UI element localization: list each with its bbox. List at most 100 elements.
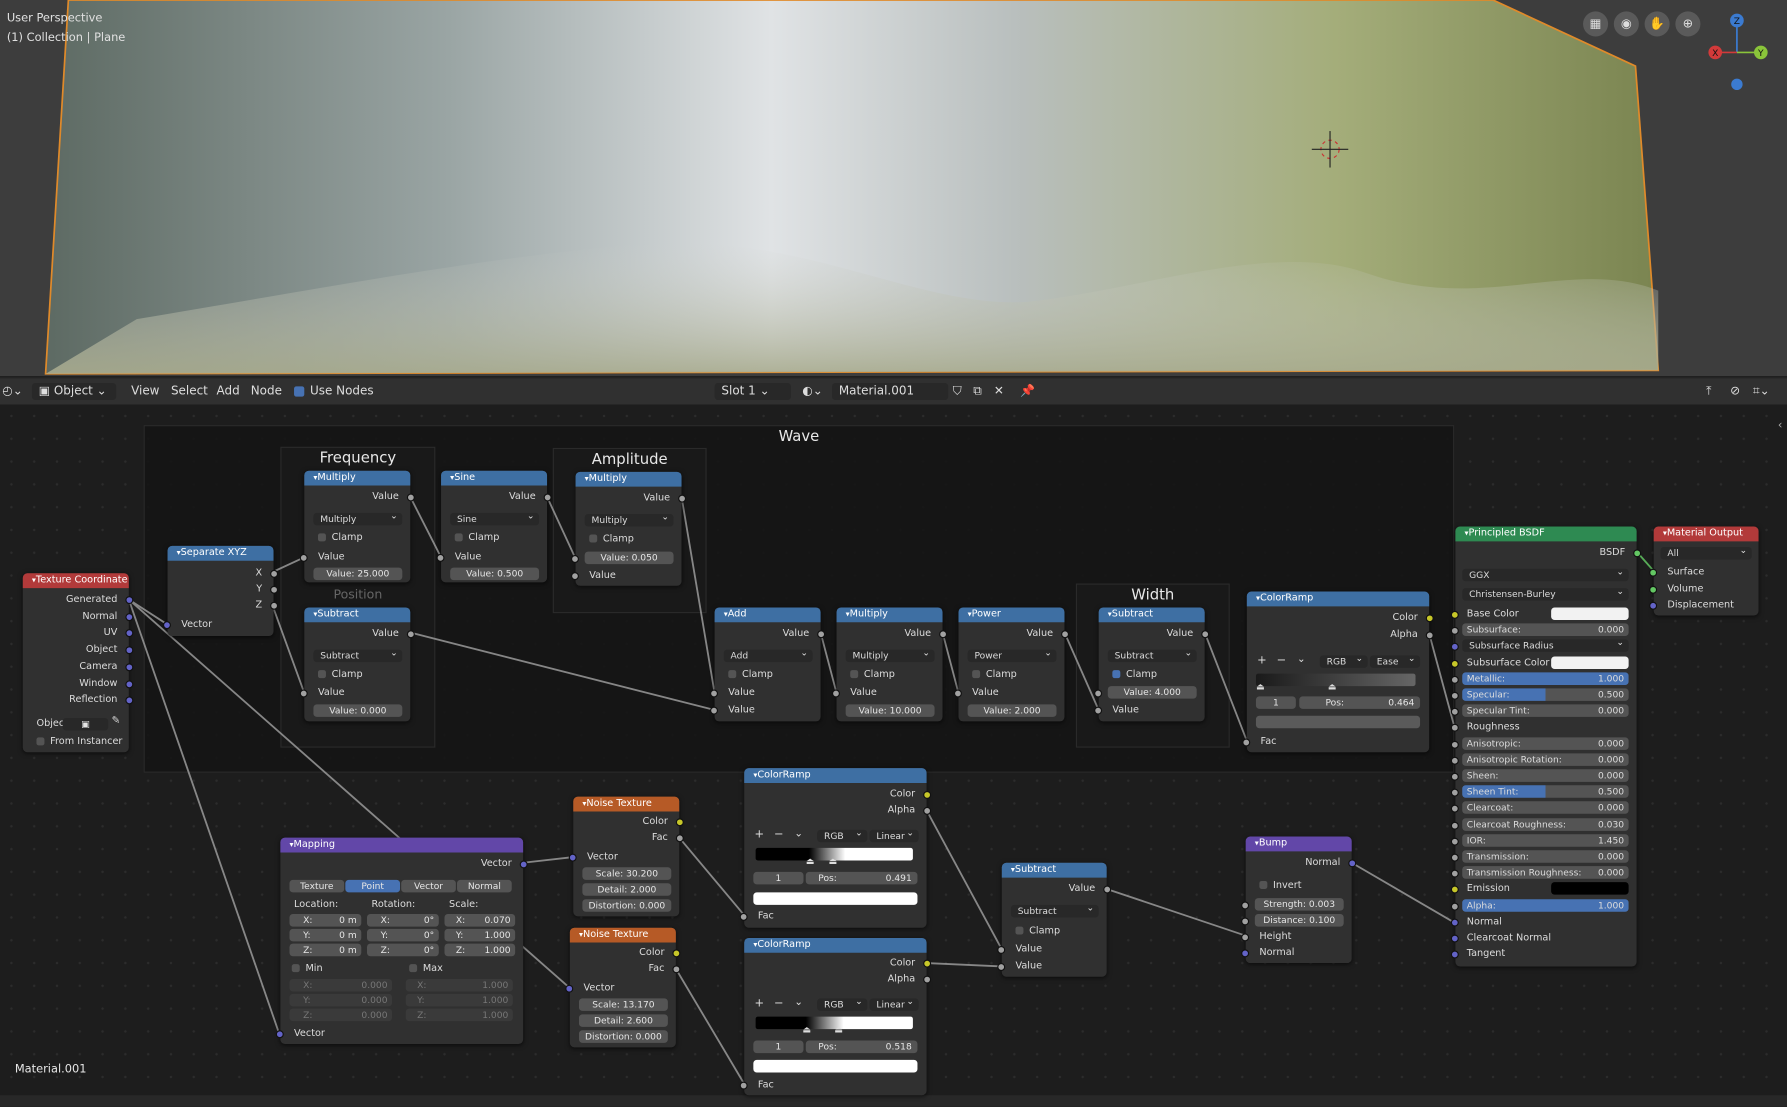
node-header[interactable]: Multiply [304, 470, 411, 486]
bsdf-input-socket[interactable] [1450, 659, 1459, 668]
bsdf-input-row[interactable]: Metallic: 1.000 [1450, 672, 1636, 686]
hand-icon[interactable]: ✋ [1644, 11, 1670, 37]
object-picker-field[interactable]: ▣ [62, 718, 109, 731]
scale-z-field[interactable]: Z: 1.000 [444, 943, 516, 957]
socket-color[interactable] [923, 790, 932, 799]
tab-point[interactable]: Point [345, 879, 401, 893]
node-math-subtract-width[interactable]: Subtract Value Subtract Clamp Value: 4.0… [1094, 607, 1210, 722]
add-stop-button[interactable]: + [1257, 654, 1267, 667]
max-z-field[interactable]: Z: 1.000 [405, 1008, 513, 1022]
bsdf-input-row[interactable]: Transmission Roughness: 0.000 [1450, 866, 1636, 880]
socket-fac[interactable] [739, 1081, 748, 1090]
scale-field[interactable]: Scale: 13.170 [578, 998, 668, 1011]
bsdf-slider[interactable]: Sheen Tint: 0.500 [1462, 785, 1629, 799]
node-header[interactable]: ColorRamp [1246, 591, 1430, 607]
bsdf-input-row[interactable]: Alpha: 1.000 [1450, 898, 1636, 913]
value-field[interactable]: Value: 0.500 [450, 567, 540, 581]
menu-select[interactable]: Select [171, 383, 208, 400]
bsdf-input-socket[interactable] [1450, 805, 1459, 814]
bsdf-slider[interactable]: Metallic: 1.000 [1462, 672, 1629, 685]
value-field[interactable]: Value: 2.000 [967, 704, 1057, 717]
bsdf-input-socket[interactable] [1450, 740, 1459, 749]
bsdf-input-row[interactable]: Specular Tint: 0.000 [1450, 704, 1636, 719]
min-y-field[interactable]: Y: 0.000 [289, 993, 393, 1007]
socket-color[interactable] [923, 959, 932, 968]
bsdf-input-socket[interactable] [1450, 821, 1459, 830]
target-dropdown[interactable]: All [1660, 544, 1752, 560]
bsdf-input-socket[interactable] [1450, 902, 1459, 911]
min-x-field[interactable]: X: 0.000 [289, 979, 393, 992]
socket-fac[interactable] [675, 834, 684, 843]
socket-camera[interactable] [125, 663, 134, 672]
subsurface-method-dropdown[interactable]: Christensen-Burley [1462, 585, 1629, 601]
bsdf-input-row[interactable]: Sheen Tint: 0.500 [1450, 785, 1636, 799]
bsdf-input-row[interactable]: Specular: 0.500 [1450, 688, 1636, 702]
use-nodes-checkbox[interactable]: Use Nodes [294, 383, 374, 400]
value-field[interactable]: Value: 10.000 [845, 704, 935, 717]
socket-alpha[interactable] [1425, 631, 1434, 640]
socket-in2[interactable] [710, 706, 719, 715]
node-colorramp-width[interactable]: ColorRamp Color Alpha + − ⌄ RGB Ease ⏏ ⏏… [1242, 591, 1434, 753]
bsdf-input-socket[interactable] [1450, 934, 1459, 943]
node-material-output[interactable]: Material Output All Surface Volume Displ… [1649, 526, 1759, 616]
node-header[interactable]: ColorRamp [744, 768, 927, 783]
node-header[interactable]: Subtract [1001, 862, 1107, 878]
socket-out[interactable] [406, 630, 415, 639]
socket-height[interactable] [1241, 933, 1250, 942]
socket-window[interactable] [125, 680, 134, 689]
scale-field[interactable]: Scale: 30.200 [582, 867, 672, 880]
ramp-stop-marker-icon[interactable]: ⏏ [802, 1025, 811, 1035]
bsdf-slider[interactable]: Specular: 0.500 [1462, 688, 1629, 701]
socket-normal[interactable] [125, 613, 134, 622]
clamp-checkbox[interactable]: Clamp [837, 668, 943, 682]
bsdf-input-row[interactable]: Base Color [1450, 607, 1636, 621]
distortion-field[interactable]: Distortion: 0.000 [582, 899, 672, 912]
pin-icon[interactable]: 📌 [1020, 383, 1035, 400]
slot-dropdown[interactable]: Slot 1 ⌄ [714, 382, 791, 401]
node-header[interactable]: Subtract [1098, 607, 1205, 623]
distortion-field[interactable]: Distortion: 0.000 [578, 1030, 668, 1043]
bsdf-slider[interactable]: Anisotropic: 0.000 [1462, 736, 1629, 750]
stop-color-swatch[interactable] [753, 1059, 918, 1073]
menu-view[interactable]: View [131, 383, 159, 400]
scale-x-field[interactable]: X: 0.070 [444, 914, 516, 927]
node-header[interactable]: Separate XYZ [167, 545, 274, 561]
bsdf-input-socket[interactable] [1450, 918, 1459, 927]
clamp-checkbox[interactable]: Clamp [1099, 668, 1205, 682]
node-math-subtract-position[interactable]: Subtract Value Subtract Clamp Value Valu… [299, 607, 415, 722]
stop-position-field[interactable]: Pos: 0.518 [805, 1040, 918, 1054]
socket-in[interactable] [953, 689, 962, 698]
socket-in2[interactable] [1094, 706, 1103, 715]
operation-dropdown[interactable]: Subtract [1010, 902, 1099, 918]
ramp-stop-marker-icon[interactable]: ⏏ [1256, 682, 1265, 692]
ramp-stop-marker-icon[interactable]: ⏏ [829, 856, 838, 866]
socket-uv[interactable] [125, 629, 134, 638]
operation-dropdown[interactable]: Power [967, 646, 1057, 663]
socket-color[interactable] [675, 818, 684, 827]
clamp-checkbox[interactable]: Clamp [304, 668, 410, 682]
detail-field[interactable]: Detail: 2.000 [582, 883, 672, 896]
node-header[interactable]: Material Output [1653, 526, 1759, 542]
max-y-field[interactable]: Y: 1.000 [405, 993, 513, 1007]
socket-out[interactable] [1201, 630, 1210, 639]
snap-icon[interactable]: ⊘ [1730, 383, 1740, 400]
node-math-subtract-bottom[interactable]: Subtract Value Subtract Clamp Value Valu… [997, 862, 1112, 977]
stop-position-field[interactable]: Pos: 0.491 [805, 871, 918, 885]
bsdf-slider[interactable]: IOR: 1.450 [1462, 834, 1629, 847]
node-bump[interactable]: Bump Normal Invert Strength: 0.003 Dista… [1241, 836, 1357, 964]
socket-in1[interactable] [710, 689, 719, 698]
node-header[interactable]: Add [714, 607, 821, 623]
bsdf-slider[interactable]: Anisotropic Rotation: 0.000 [1462, 753, 1629, 766]
ramp-stop-marker-icon[interactable]: ⏏ [806, 856, 815, 866]
fake-user-shield-icon[interactable]: ⛉ [953, 383, 962, 400]
bsdf-input-socket[interactable] [1450, 707, 1459, 716]
bsdf-input-socket[interactable] [1450, 869, 1459, 878]
settings-icon[interactable]: ⌗⌄ [1753, 383, 1770, 400]
bsdf-input-socket[interactable] [1450, 772, 1459, 781]
socket-distance[interactable] [1241, 917, 1250, 926]
bsdf-input-row[interactable]: Emission [1450, 882, 1636, 897]
bsdf-input-socket[interactable] [1450, 675, 1459, 684]
invert-checkbox[interactable]: Invert [1246, 879, 1352, 893]
active-stop-index[interactable]: 1 [1255, 696, 1296, 709]
clamp-checkbox[interactable]: Clamp [715, 668, 821, 682]
